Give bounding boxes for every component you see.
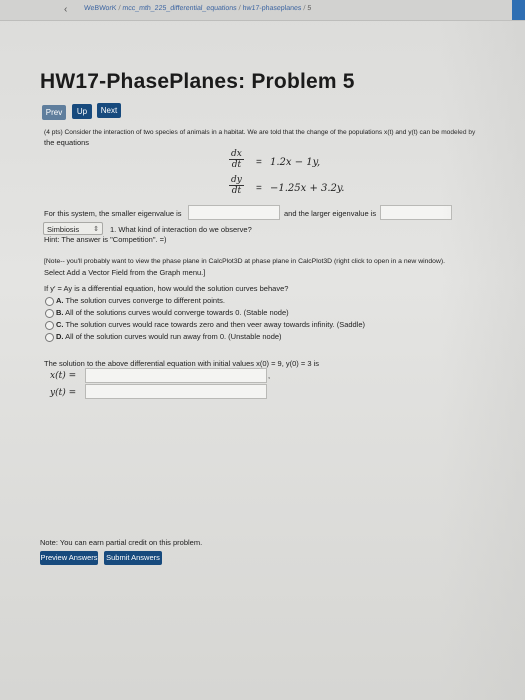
equals-sign: =: [256, 183, 262, 194]
initial-conditions-text: The solution to the above differential e…: [44, 359, 320, 368]
eigen-large-label: and the larger eigenvalue is: [284, 209, 377, 218]
option-d-radio[interactable]: [45, 333, 54, 342]
option-b[interactable]: B. All of the solutions curves would con…: [56, 308, 289, 317]
equation-2-rhs: −1.25x + 3.2y.: [270, 183, 345, 194]
partial-credit-note: Note: You can earn partial credit on thi…: [40, 538, 203, 547]
eigen-large-input[interactable]: [380, 205, 452, 220]
problem-intro-cont: the equations: [44, 138, 90, 147]
option-c-radio[interactable]: [45, 321, 54, 330]
equation-2-num: dy: [229, 175, 244, 186]
problem-intro: (4 pts) Consider the interaction of two …: [44, 129, 476, 136]
hint-text: Hint: The answer is "Competition". =): [44, 235, 167, 244]
option-c[interactable]: C. The solution curves would race toward…: [56, 320, 365, 329]
eigen-small-input[interactable]: [188, 205, 280, 220]
submit-answers-button[interactable]: Submit Answers: [104, 551, 162, 565]
y-solution-label: y(t) =: [50, 388, 77, 398]
note-text: [Note-- you'll probably want to view the…: [44, 258, 446, 265]
question-1: 1. What kind of interaction do we observ…: [110, 225, 252, 234]
next-button[interactable]: Next: [97, 103, 121, 118]
comma: ,: [268, 371, 271, 380]
problem-content: HW17-PhasePlanes: Problem 5 Prev Up Next…: [0, 0, 525, 700]
question-2: If y′ = Ay is a differential equation, h…: [44, 284, 289, 293]
equation-1-den: dt: [231, 160, 242, 170]
option-a-radio[interactable]: [45, 297, 54, 306]
prev-button[interactable]: Prev: [42, 105, 66, 120]
x-solution-label: x(t) =: [50, 371, 77, 381]
equation-2-den: dt: [231, 186, 242, 196]
select-value: Simbiosis: [47, 225, 80, 234]
option-b-radio[interactable]: [45, 309, 54, 318]
eigen-small-label: For this system, the smaller eigenvalue …: [44, 209, 182, 218]
equation-1-rhs: 1.2x − 1y,: [270, 157, 321, 168]
page-title: HW17-PhasePlanes: Problem 5: [40, 70, 355, 93]
y-solution-input[interactable]: [85, 384, 267, 399]
preview-answers-button[interactable]: Preview Answers: [40, 551, 98, 565]
interaction-select[interactable]: Simbiosis ⇕: [43, 222, 103, 235]
option-d[interactable]: D. All of the solution curves would run …: [56, 332, 282, 341]
equation-2-lhs: dy dt: [229, 175, 244, 196]
equation-1-lhs: dx dt: [229, 149, 244, 170]
equation-1-num: dx: [229, 149, 244, 160]
equals-sign: =: [256, 157, 262, 168]
note-text-cont: Select Add a Vector Field from the Graph…: [44, 268, 206, 277]
option-a[interactable]: A. The solution curves converge to diffe…: [56, 296, 225, 305]
x-solution-input[interactable]: [85, 368, 267, 383]
up-button[interactable]: Up: [72, 104, 92, 119]
